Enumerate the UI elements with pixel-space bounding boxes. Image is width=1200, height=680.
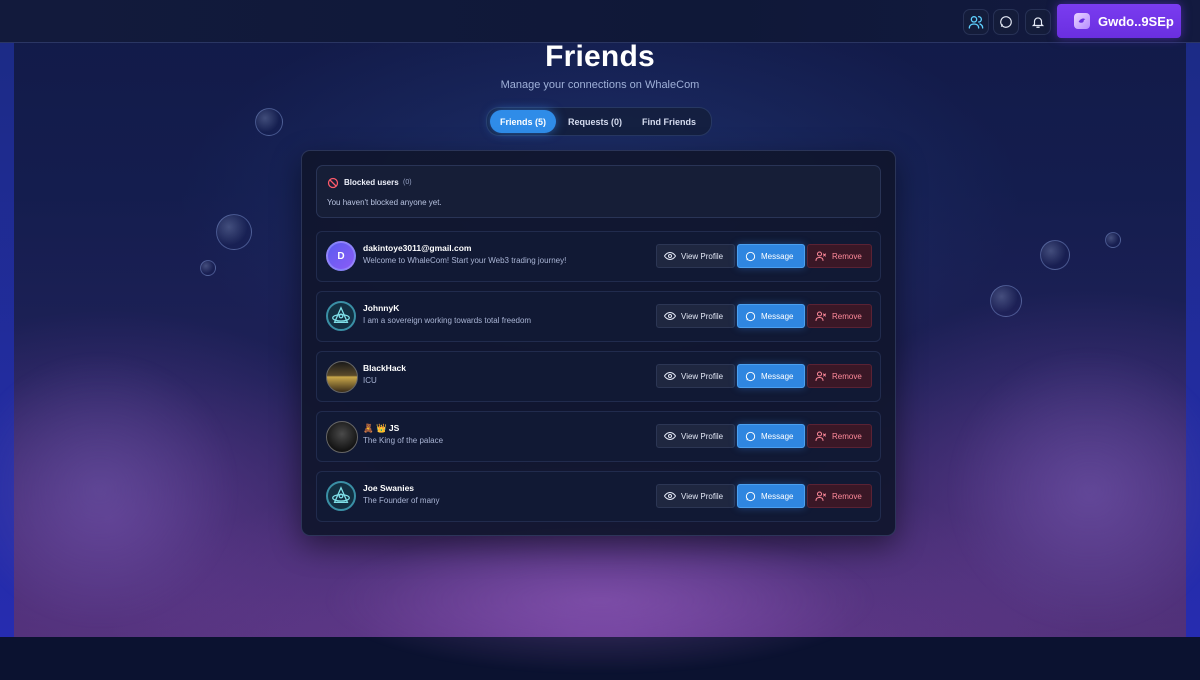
friend-card: D dakintoye3011@gmail.com Welcome to Wha…: [316, 231, 881, 282]
chat-icon: [745, 251, 756, 261]
chat-icon: [745, 311, 756, 321]
notifications-button[interactable]: [1025, 9, 1051, 35]
friend-name: dakintoye3011@gmail.com: [363, 243, 472, 253]
eye-icon: [664, 491, 676, 501]
user-remove-icon: [815, 491, 826, 501]
bubble-decoration: [200, 260, 216, 276]
remove-friend-button[interactable]: Remove: [807, 364, 872, 388]
bubble-decoration: [990, 285, 1022, 317]
message-button[interactable]: Message: [737, 364, 805, 388]
message-label: Message: [761, 371, 794, 381]
view-profile-label: View Profile: [681, 371, 724, 381]
page-title: Friends: [545, 40, 655, 73]
bubble-decoration: [255, 108, 283, 136]
friend-card: BlackHack ICU View Profile Message Remov…: [316, 351, 881, 402]
avatar[interactable]: [326, 301, 356, 331]
page-subtitle: Manage your connections on WhaleCom: [500, 79, 700, 91]
blocked-users-title: Blocked users: [344, 178, 399, 187]
friend-card: 🧸 👑 JS The King of the palace View Profi…: [316, 411, 881, 462]
bubble-decoration: [1105, 232, 1121, 248]
wallet-logo-icon: [1074, 13, 1090, 29]
view-profile-label: View Profile: [681, 431, 724, 441]
eye-icon: [664, 431, 676, 441]
blocked-empty-text: You haven't blocked anyone yet.: [327, 198, 442, 207]
friend-status: The King of the palace: [363, 436, 444, 445]
view-profile-button[interactable]: View Profile: [656, 364, 735, 388]
message-button[interactable]: Message: [737, 424, 805, 448]
wallet-button[interactable]: Gwdo..9SEp: [1057, 4, 1181, 38]
wallet-address: Gwdo..9SEp: [1098, 13, 1174, 29]
eye-icon: [664, 371, 676, 381]
eye-icon: [664, 251, 676, 261]
message-label: Message: [761, 431, 794, 441]
view-profile-button[interactable]: View Profile: [656, 484, 735, 508]
friend-status: The Founder of many: [363, 496, 440, 505]
view-profile-label: View Profile: [681, 311, 724, 321]
chat-icon: [745, 431, 756, 441]
message-label: Message: [761, 491, 794, 501]
remove-label: Remove: [832, 491, 862, 501]
messages-nav-button[interactable]: [993, 9, 1019, 35]
friend-status: ICU: [363, 376, 377, 385]
friend-status: Welcome to WhaleCom! Start your Web3 tra…: [363, 256, 567, 265]
view-profile-label: View Profile: [681, 491, 724, 501]
user-remove-icon: [815, 371, 826, 381]
bubble-decoration: [216, 214, 252, 250]
tab-requests[interactable]: Requests (0): [560, 110, 630, 133]
view-profile-label: View Profile: [681, 251, 724, 261]
blocked-users-count: (0): [403, 179, 412, 186]
message-button[interactable]: Message: [737, 244, 805, 268]
remove-friend-button[interactable]: Remove: [807, 244, 872, 268]
tab-find-friends[interactable]: Find Friends: [634, 110, 704, 133]
blocked-users-section[interactable]: Blocked users (0) You haven't blocked an…: [316, 165, 881, 218]
chat-icon: [745, 491, 756, 501]
user-remove-icon: [815, 311, 826, 321]
avatar[interactable]: [326, 361, 358, 393]
blocked-icon: [327, 177, 339, 189]
friends-nav-button[interactable]: [963, 9, 989, 35]
bell-icon: [1031, 17, 1045, 28]
users-icon: [968, 16, 984, 29]
remove-friend-button[interactable]: Remove: [807, 424, 872, 448]
message-label: Message: [761, 311, 794, 321]
view-profile-button[interactable]: View Profile: [656, 304, 735, 328]
view-profile-button[interactable]: View Profile: [656, 424, 735, 448]
view-profile-button[interactable]: View Profile: [656, 244, 735, 268]
remove-label: Remove: [832, 251, 862, 261]
bubble-decoration: [1040, 240, 1070, 270]
avatar[interactable]: [326, 481, 356, 511]
tab-friends[interactable]: Friends (5): [490, 110, 556, 133]
remove-label: Remove: [832, 431, 862, 441]
remove-friend-button[interactable]: Remove: [807, 484, 872, 508]
friend-name: 🧸 👑 JS: [363, 423, 400, 433]
friend-name: Joe Swanies: [363, 483, 415, 493]
remove-label: Remove: [832, 311, 862, 321]
user-remove-icon: [815, 251, 826, 261]
remove-friend-button[interactable]: Remove: [807, 304, 872, 328]
whale-logo-icon: [332, 306, 350, 324]
message-button[interactable]: Message: [737, 304, 805, 328]
friend-card: Joe Swanies The Founder of many View Pro…: [316, 471, 881, 522]
top-bar: Gwdo..9SEp: [0, 0, 1200, 43]
user-remove-icon: [815, 431, 826, 441]
chat-icon: [745, 371, 756, 381]
whale-logo-icon: [332, 486, 350, 504]
remove-label: Remove: [832, 371, 862, 381]
avatar[interactable]: D: [326, 241, 356, 271]
friends-panel: Blocked users (0) You haven't blocked an…: [301, 150, 896, 536]
friend-card: JohnnyK I am a sovereign working towards…: [316, 291, 881, 342]
friends-tabs: Friends (5) Requests (0) Find Friends: [486, 107, 712, 136]
message-button[interactable]: Message: [737, 484, 805, 508]
friend-status: I am a sovereign working towards total f…: [363, 316, 532, 325]
friend-name: JohnnyK: [363, 303, 400, 313]
friend-name: BlackHack: [363, 363, 407, 373]
chat-icon: [1000, 16, 1012, 28]
eye-icon: [664, 311, 676, 321]
coral-decoration: [300, 520, 900, 680]
avatar[interactable]: [326, 421, 358, 453]
message-label: Message: [761, 251, 794, 261]
